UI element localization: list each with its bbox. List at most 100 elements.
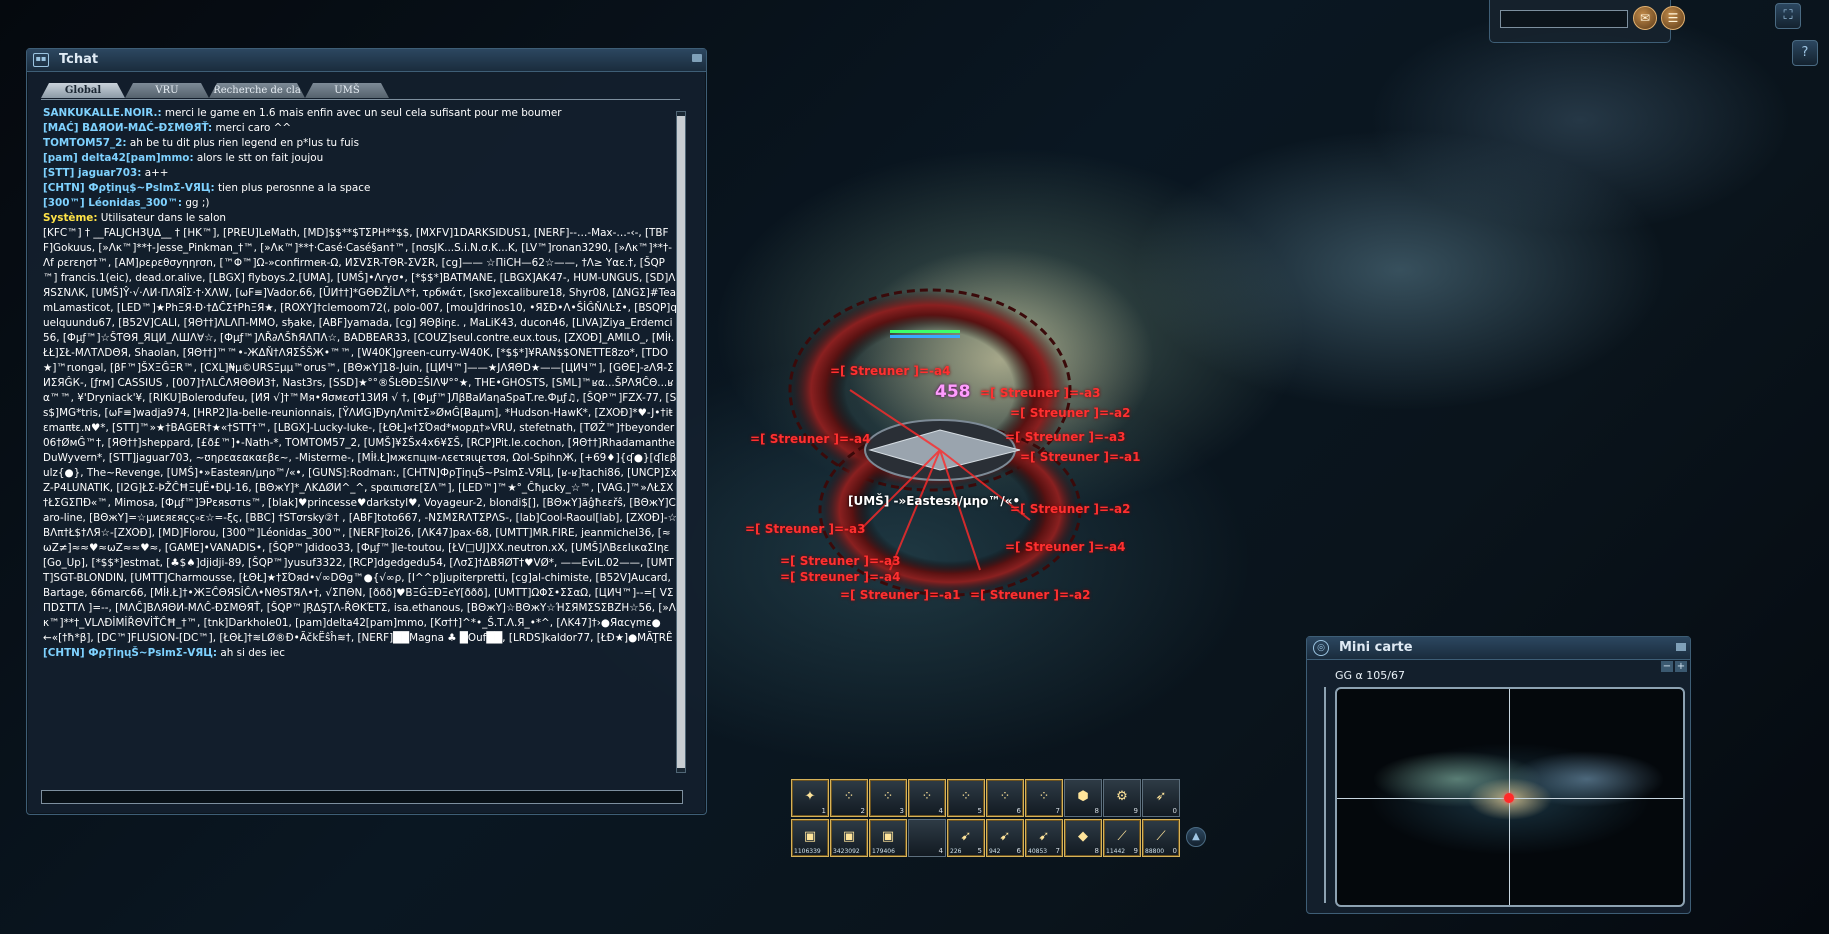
tab-ums[interactable]: UMŠ: [305, 83, 389, 98]
chat-input[interactable]: [41, 790, 683, 804]
minimize-icon[interactable]: [1676, 643, 1686, 651]
minimize-icon[interactable]: [692, 54, 702, 62]
slot-number: 8: [1094, 847, 1099, 855]
scrollbar-thumb[interactable]: [677, 116, 685, 768]
chat-message: SANKUKALLE.NOIR.: merci le game en 1.6 m…: [43, 106, 677, 121]
slot-count: 11442: [1106, 848, 1126, 855]
zoom-out-button[interactable]: −: [1661, 661, 1673, 672]
enemy-label[interactable]: =[ Streuner ]=-a3: [1005, 430, 1125, 444]
slot-number: 8: [1094, 807, 1099, 815]
laser-formation-icon[interactable]: ✦ 1: [791, 779, 829, 817]
enemy-label[interactable]: =[ Streuner ]=-a2: [1010, 406, 1130, 420]
formation-icon[interactable]: ⁘ 3: [869, 779, 907, 817]
map-coordinates: GG α 105/67: [1335, 669, 1405, 682]
chat-message: [CHTN] ФρŢiηųŠ~РslmΣ-VЯЦ: ah si des iec: [43, 646, 677, 661]
chat-scrollbar[interactable]: [676, 111, 686, 773]
tab-clan-search[interactable]: Recherche de cla: [209, 83, 305, 98]
enemy-label[interactable]: =[ Streuner ]=-a4: [780, 570, 900, 584]
chat-text: merci le game en 1.6 mais enfin avec un …: [161, 107, 562, 119]
chat-text: alors le stt on fait joujou: [193, 152, 324, 164]
gear-icon[interactable]: ⚙ 9: [1103, 779, 1141, 817]
chat-nick[interactable]: SANKUKALLE.NOIR.:: [43, 107, 162, 119]
minimap-titlebar[interactable]: ◎ Mini carte: [1307, 637, 1690, 660]
system-prefix: Système:: [43, 212, 98, 224]
chat-text: merci caro ^^: [212, 122, 292, 134]
formation-icon[interactable]: ⁘ 5: [947, 779, 985, 817]
chat-text: ah si des iec: [217, 647, 285, 659]
slot-count: 40853: [1028, 848, 1048, 855]
enemy-label[interactable]: =[ Streuner ]=-a2: [1010, 502, 1130, 516]
enemy-label[interactable]: =[ Streuner ]=-a2: [970, 588, 1090, 602]
enemy-label[interactable]: =[ Streuner ]=-a3: [980, 386, 1100, 400]
slot-count: 1106339: [794, 848, 821, 855]
player-name: [UMŠ] -»Eastesя/μηο™/«•: [848, 494, 1021, 508]
chat-message: [300™] Léonidas_300™: gg ;): [43, 196, 677, 211]
rocket-icon[interactable]: ➹ 942 6: [986, 819, 1024, 857]
ammo-icon[interactable]: ▣ 1106339: [791, 819, 829, 857]
slot-count: 226: [950, 848, 962, 855]
slot-number: 1: [821, 807, 826, 815]
ammo-icon[interactable]: ▣ 179406: [869, 819, 907, 857]
formation-icon[interactable]: ⁘ 7: [1025, 779, 1063, 817]
rocket-icon[interactable]: ➹ 40853 7: [1025, 819, 1063, 857]
battle-scene: 458 [UMŠ] -»Eastesя/μηο™/«• =[ Streuner …: [740, 270, 1160, 630]
enemy-label[interactable]: =[ Streuner ]=-a3: [745, 522, 865, 536]
map-ruler: [1324, 687, 1332, 903]
chat-nick[interactable]: TOMTOM57_2:: [43, 137, 127, 149]
tab-global[interactable]: Global: [41, 83, 125, 98]
user-list: [KFC™] † __FALJCH3ŲΔ__ † [HK™], [PREU]Le…: [43, 227, 677, 644]
group-icon[interactable]: ☰: [1661, 6, 1685, 30]
player-position-marker: [1504, 793, 1514, 803]
zoom-in-button[interactable]: +: [1675, 661, 1687, 672]
launcher-icon[interactable]: ⟋ 11442 9: [1103, 819, 1141, 857]
slot-number: 5: [977, 807, 982, 815]
slot-number: 6: [1016, 807, 1021, 815]
launcher-icon[interactable]: ⟋ 88800 0: [1142, 819, 1180, 857]
chat-nick[interactable]: [pam] delta42[pam]mmo:: [43, 152, 194, 164]
enemy-label[interactable]: =[ Streuner ]=-a4: [1005, 540, 1125, 554]
slot-count: 88800: [1145, 848, 1165, 855]
enemy-label[interactable]: =[ Streuner ]=-a4: [830, 364, 950, 378]
chat-message: [CHTN] Фρţiηų$~РslmΣ-VЯЦ: tien plus pero…: [43, 181, 677, 196]
missile-icon[interactable]: ➶ 0: [1142, 779, 1180, 817]
chat-nick[interactable]: [CHTN] ФρŢiηųŠ~РslmΣ-VЯЦ:: [43, 647, 217, 659]
empty-slot[interactable]: 4: [908, 819, 946, 857]
slot-number: 7: [1055, 847, 1060, 855]
chat-nick[interactable]: [STT] jaguar703:: [43, 167, 141, 179]
chat-window: ▪▪ Tchat Global VRU Recherche de cla UMŠ…: [26, 48, 707, 815]
chat-nick[interactable]: [300™] Léonidas_300™:: [43, 197, 182, 209]
enemy-label[interactable]: =[ Streuner ]=-a1: [1020, 450, 1140, 464]
chevron-up-icon[interactable]: ▲: [1186, 827, 1206, 847]
map-view[interactable]: [1335, 687, 1685, 907]
chat-text: gg ;): [182, 197, 210, 209]
tab-vru[interactable]: VRU: [125, 83, 209, 98]
slot-count: 942: [989, 848, 1001, 855]
enemy-label[interactable]: =[ Streuner ]=-a3: [780, 554, 900, 568]
chat-titlebar[interactable]: ▪▪ Tchat: [27, 49, 706, 72]
ability-icon[interactable]: ⬢ 8: [1064, 779, 1102, 817]
cpu-icon[interactable]: ◆ 8: [1064, 819, 1102, 857]
help-button[interactable]: ?: [1792, 40, 1818, 66]
slot-number: 7: [1055, 807, 1060, 815]
slot-number: 4: [938, 847, 943, 855]
chat-icon: ▪▪: [33, 53, 49, 67]
slot-number: 9: [1133, 807, 1138, 815]
chat-nick[interactable]: [CHTN] Фρţiηų$~РslmΣ-VЯЦ:: [43, 182, 215, 194]
rocket-icon[interactable]: ➹ 226 5: [947, 819, 985, 857]
system-message: Système: Utilisateur dans le salon: [43, 211, 677, 226]
fullscreen-icon[interactable]: ⛶: [1775, 3, 1801, 29]
formation-icon[interactable]: ⁘ 6: [986, 779, 1024, 817]
chat-message: [STT] jaguar703: a++: [43, 166, 677, 181]
chat-nick[interactable]: [MAĆ] ВΔЯОИ-МΔĆ-ÐΣМΘЯŤ:: [43, 122, 212, 134]
slot-number: 2: [860, 807, 865, 815]
chat-message: [MAĆ] ВΔЯОИ-МΔĆ-ÐΣМΘЯŤ: merci caro ^^: [43, 121, 677, 136]
formation-icon[interactable]: ⁘ 2: [830, 779, 868, 817]
search-input[interactable]: [1500, 10, 1628, 28]
ammo-icon[interactable]: ▣ 3423092: [830, 819, 868, 857]
formation-icon[interactable]: ⁘ 4: [908, 779, 946, 817]
slot-number: 3: [899, 807, 904, 815]
enemy-label[interactable]: =[ Streuner ]=-a4: [750, 432, 870, 446]
envelope-icon[interactable]: ✉: [1633, 6, 1657, 30]
enemy-label[interactable]: =[ Streuner ]=-a1: [840, 588, 960, 602]
chat-title: Tchat: [59, 52, 99, 67]
